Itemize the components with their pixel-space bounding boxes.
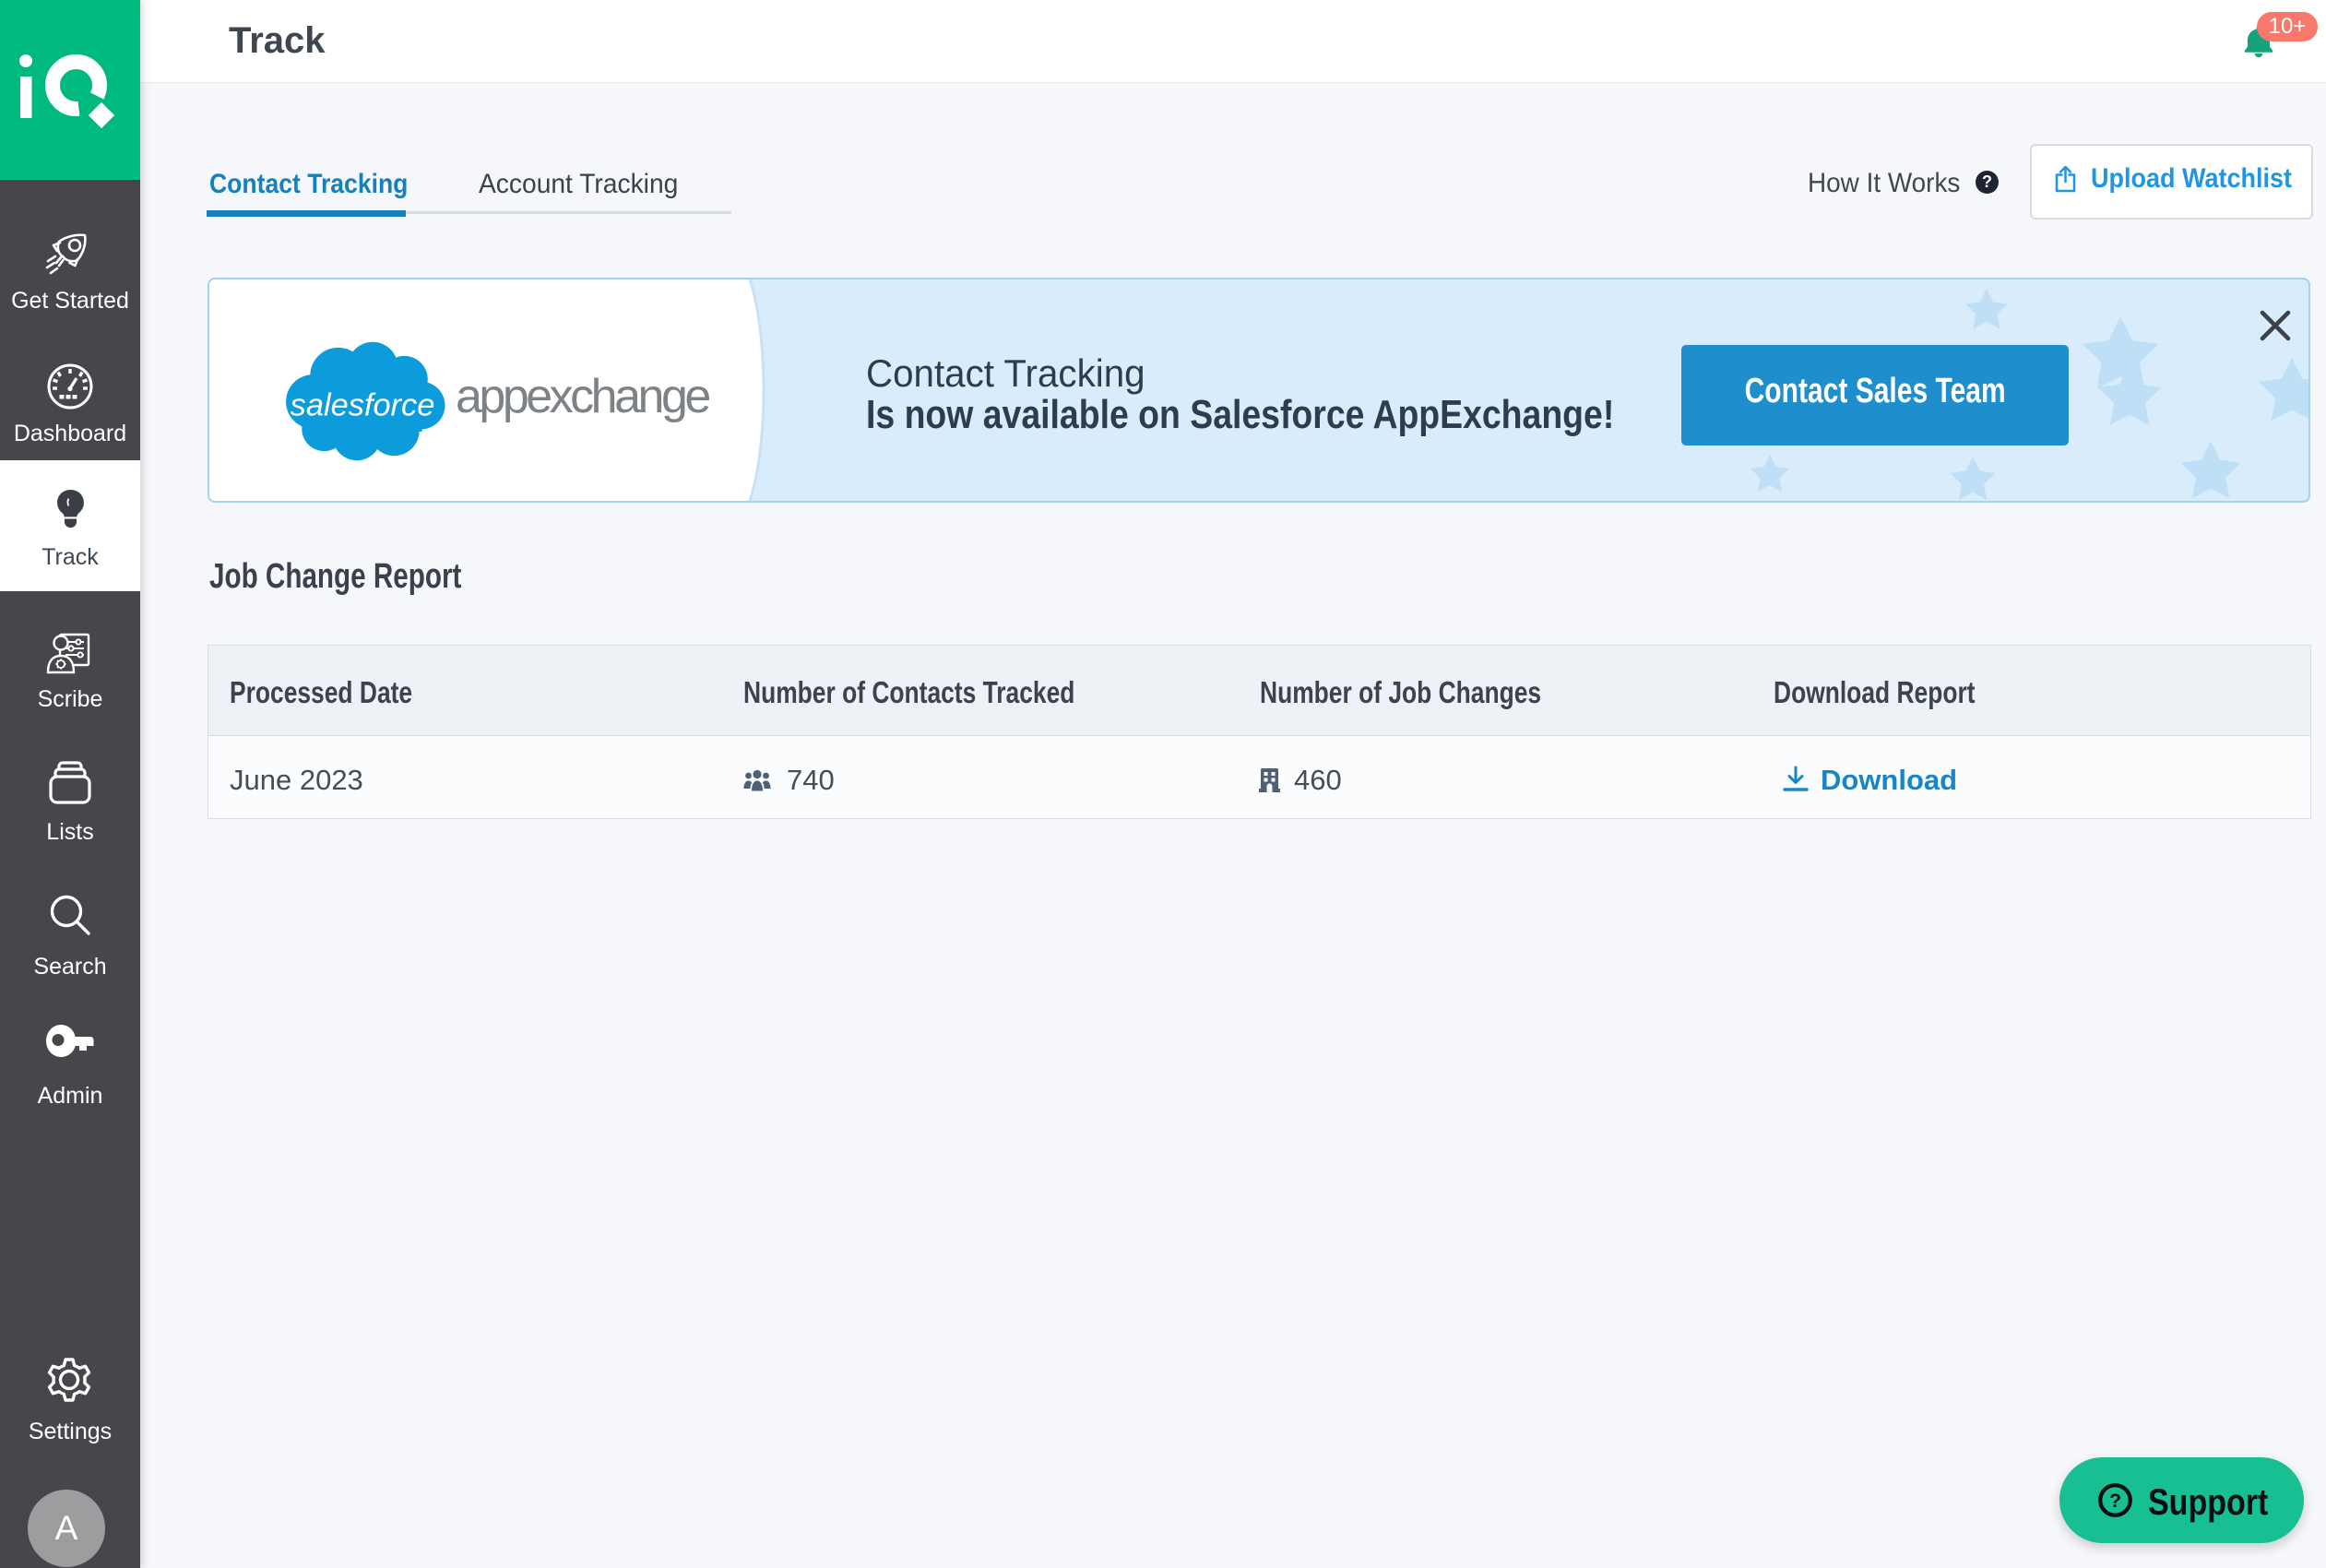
svg-text:?: ? [2109,1490,2121,1512]
svg-text:salesforce: salesforce [291,388,435,423]
